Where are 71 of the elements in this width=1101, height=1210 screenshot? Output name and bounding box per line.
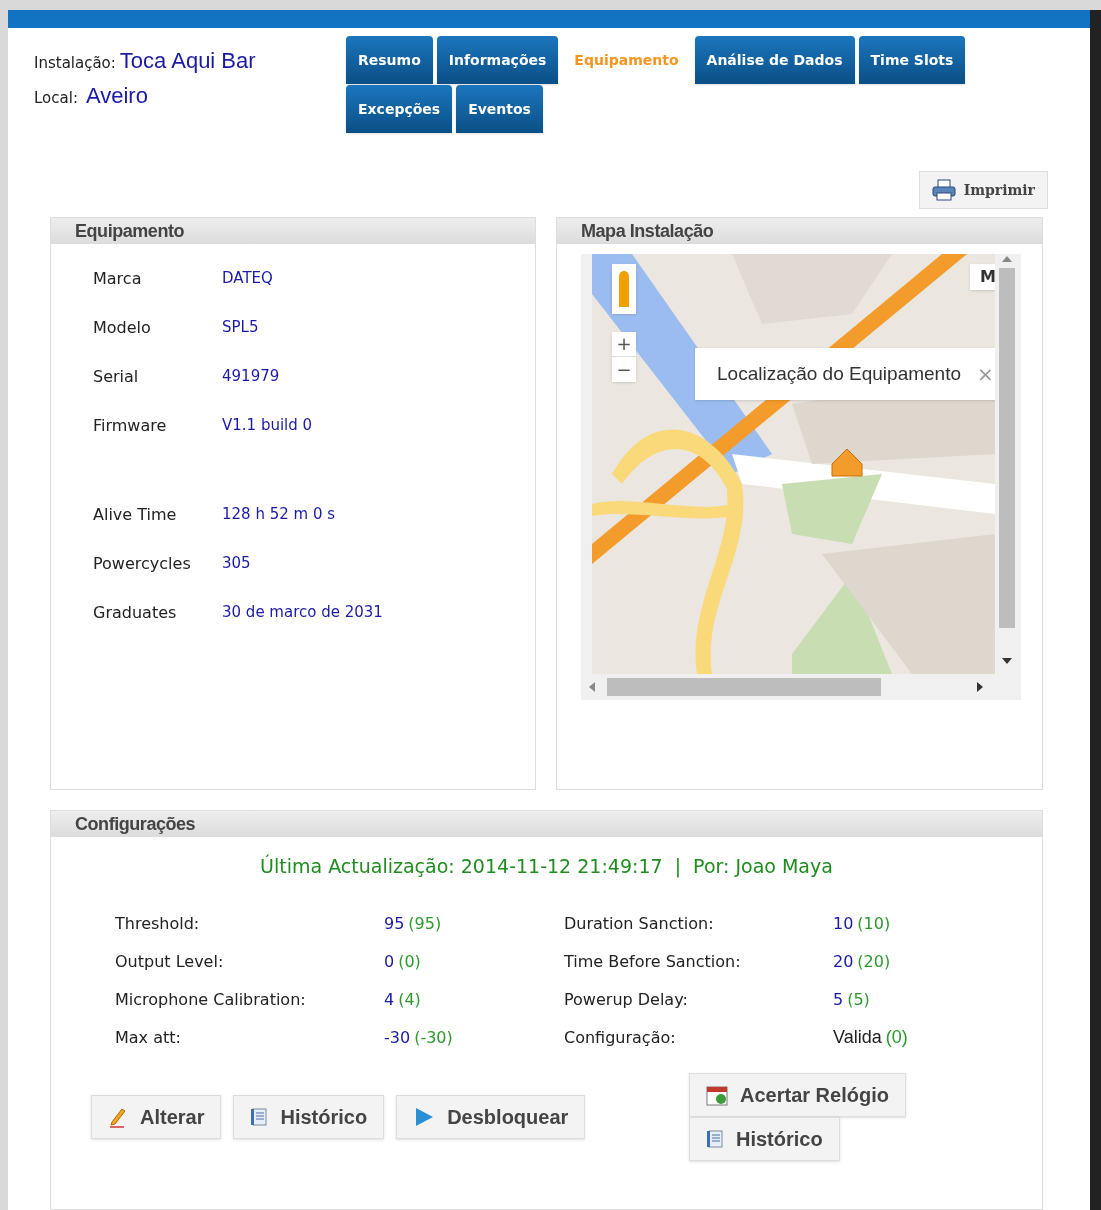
pegman-icon[interactable]: [612, 264, 636, 314]
config-reference: (4): [398, 988, 421, 1011]
scroll-left-icon: [589, 682, 595, 692]
zoom-out-button[interactable]: −: [612, 357, 636, 382]
config-value: 20: [833, 950, 854, 973]
field-label: Firmware: [93, 414, 168, 437]
print-button[interactable]: Imprimir: [918, 171, 1048, 209]
panel-title: Mapa Instalação: [581, 219, 714, 243]
field-value: SPL5: [222, 317, 259, 339]
tab[interactable]: Excepções: [346, 85, 453, 133]
field-label: Serial: [93, 365, 140, 388]
config-label: Threshold:: [115, 912, 201, 935]
location-label: Local:: [34, 88, 78, 109]
field-value: DATEQ: [222, 268, 273, 290]
scroll-down-icon: [1002, 658, 1012, 664]
info-window-text: Localização do Equipamento: [717, 361, 961, 386]
notebook-icon: [706, 1128, 724, 1149]
printer-icon: [931, 179, 956, 201]
config-label: Configuração:: [564, 1026, 677, 1049]
tab[interactable]: Informações: [436, 36, 559, 84]
config-value: 95: [384, 912, 405, 935]
history-button[interactable]: Histórico: [233, 1094, 385, 1139]
last-update-text: Última Actualização: 2014-11-12 21:49:17 | Por: Joao Maya: [260, 853, 833, 880]
history-button[interactable]: Histórico: [689, 1116, 840, 1161]
scroll-up-icon: [1002, 256, 1012, 262]
field-label: Graduates: [93, 601, 178, 624]
edit-button[interactable]: Alterar: [91, 1094, 222, 1139]
unlock-button[interactable]: Desbloquear: [396, 1094, 586, 1139]
installation-label: Instalação:: [34, 53, 116, 74]
field-label: Powercycles: [93, 552, 192, 575]
config-reference: (0): [398, 950, 421, 973]
config-label: Microphone Calibration:: [115, 988, 307, 1011]
tab[interactable]: Resumo: [346, 36, 433, 84]
field-label: Marca: [93, 267, 143, 290]
config-reference: (95): [408, 912, 442, 935]
field-value: 30 de marco de 2031: [222, 602, 383, 624]
field-value: 305: [222, 553, 251, 575]
config-value: -30: [384, 1026, 411, 1049]
config-value: Valida: [833, 1026, 882, 1049]
installation-name: Toca Aqui Bar: [119, 47, 256, 75]
calendar-icon: [706, 1083, 728, 1106]
config-label: Max att:: [115, 1026, 182, 1049]
config-reference: (10): [857, 912, 891, 935]
notebook-icon: [250, 1106, 269, 1127]
config-label: Output Level:: [115, 950, 225, 973]
config-value: 10: [833, 912, 854, 935]
config-reference: (-30): [414, 1026, 453, 1049]
config-label: Powerup Delay:: [564, 988, 689, 1011]
config-reference: (20): [857, 950, 891, 973]
config-value: 4: [384, 988, 395, 1011]
field-label: Alive Time: [93, 503, 178, 526]
config-reference: (5): [847, 988, 870, 1011]
field-value: V1.1 build 0: [222, 415, 313, 437]
tab[interactable]: Eventos: [456, 85, 543, 133]
panel-title: Configurações: [75, 812, 196, 836]
map-type-button[interactable]: M: [970, 264, 995, 290]
field-value: 491979: [222, 366, 280, 388]
zoom-in-button[interactable]: +: [612, 332, 636, 357]
set-clock-button[interactable]: Acertar Relógio: [689, 1072, 906, 1117]
config-reference: (0): [885, 1026, 908, 1049]
config-label: Time Before Sanction:: [564, 950, 742, 973]
panel-title: Equipamento: [75, 219, 185, 243]
config-value: 5: [833, 988, 844, 1011]
field-label: Modelo: [93, 316, 152, 339]
config-value: 0: [384, 950, 395, 973]
scroll-right-icon: [977, 682, 983, 692]
location-name: Aveiro: [85, 82, 148, 110]
tab[interactable]: Time Slots: [858, 36, 966, 84]
tab[interactable]: Análise de Dados: [694, 36, 855, 84]
config-label: Duration Sanction:: [564, 912, 715, 935]
field-value: 128 h 52 m 0 s: [222, 504, 336, 526]
